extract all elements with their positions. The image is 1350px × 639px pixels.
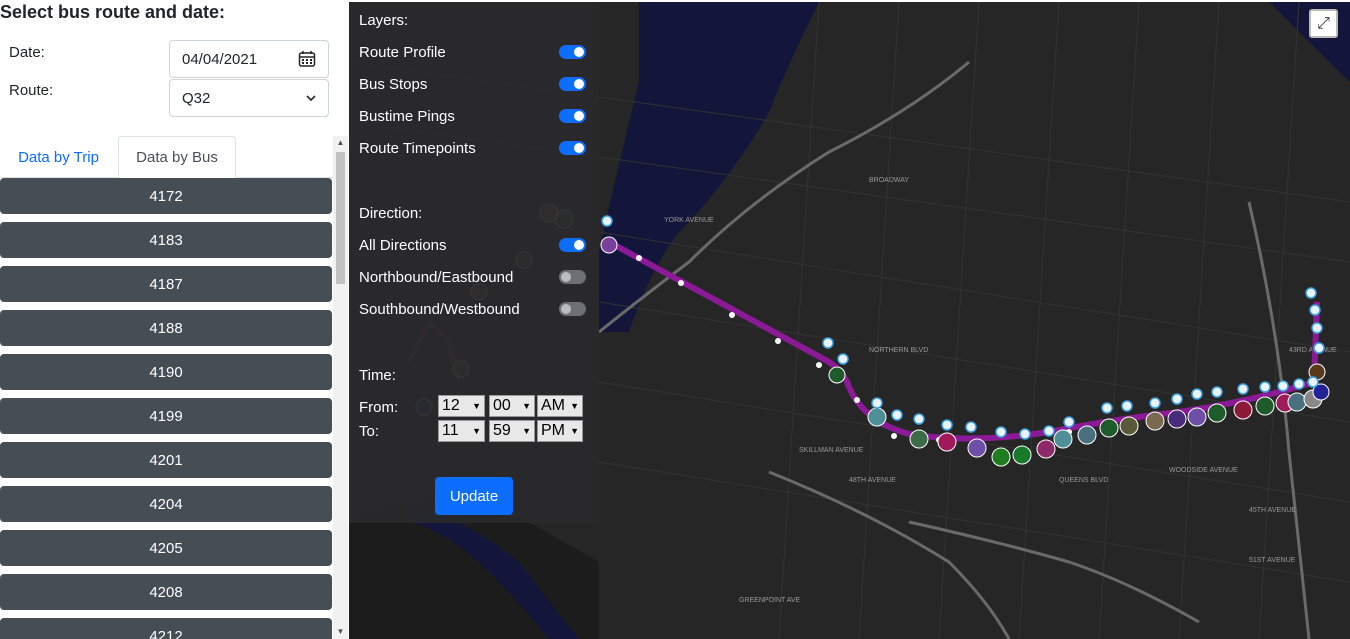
update-button[interactable]: Update bbox=[435, 477, 513, 515]
street-label: QUEENS BLVD bbox=[1059, 477, 1108, 484]
date-label: Date: bbox=[9, 44, 45, 61]
route-value: Q32 bbox=[182, 89, 211, 107]
street-label: GREENPOINT AVE bbox=[739, 597, 801, 604]
from-label: From: bbox=[359, 399, 399, 416]
east-river-water bbox=[599, 2, 819, 332]
bus-button[interactable]: 4212 bbox=[0, 618, 332, 639]
street-label: BROADWAY bbox=[869, 177, 909, 184]
street-label: WOODSIDE AVENUE bbox=[1169, 467, 1238, 474]
date-value: 04/04/2021 bbox=[182, 50, 258, 68]
direction-label-all: All Directions bbox=[359, 237, 447, 254]
chevron-down-icon: ▼ bbox=[570, 426, 579, 436]
chevron-down-icon: ▼ bbox=[522, 401, 531, 411]
to-label: To: bbox=[359, 423, 380, 440]
form-heading: Select bus route and date: bbox=[0, 2, 226, 22]
to-minute-value: 59 bbox=[493, 422, 511, 439]
direction-label-northbound: Northbound/Eastbound bbox=[359, 269, 514, 286]
from-ampm-value: AM bbox=[541, 397, 565, 414]
toggle-all-directions[interactable] bbox=[559, 238, 586, 252]
toggle-northbound[interactable] bbox=[559, 270, 586, 284]
from-minute-select[interactable]: 00 ▼ bbox=[489, 395, 535, 417]
bus-button[interactable]: 4172 bbox=[0, 178, 332, 214]
to-minute-select[interactable]: 59 ▼ bbox=[489, 420, 535, 442]
bus-button[interactable]: 4208 bbox=[0, 574, 332, 610]
direction-label-southbound: Southbound/Westbound bbox=[359, 301, 520, 318]
layer-control-panel: Layers: Route Profile Bus Stops Bustime … bbox=[349, 2, 599, 523]
direction-title: Direction: bbox=[359, 205, 423, 222]
tab-bar: Data by Trip Data by Bus bbox=[0, 136, 333, 179]
calendar-icon[interactable] bbox=[298, 50, 316, 68]
scroll-up-arrow-icon[interactable]: ▲ bbox=[333, 136, 348, 150]
bus-button[interactable]: 4205 bbox=[0, 530, 332, 566]
date-field[interactable]: 04/04/2021 bbox=[169, 40, 329, 78]
to-ampm-select[interactable]: PM ▼ bbox=[537, 420, 583, 442]
scroll-thumb[interactable] bbox=[336, 152, 345, 284]
layer-label-route-timepoints: Route Timepoints bbox=[359, 140, 476, 157]
to-hour-value: 11 bbox=[442, 422, 459, 439]
layer-label-bustime-pings: Bustime Pings bbox=[359, 108, 455, 125]
chevron-down-icon: ▼ bbox=[472, 426, 481, 436]
toggle-southbound[interactable] bbox=[559, 302, 586, 316]
street-label: 51ST AVENUE bbox=[1249, 557, 1296, 564]
street-label: SKILLMAN AVENUE bbox=[799, 447, 864, 454]
from-hour-value: 12 bbox=[442, 397, 460, 414]
toggle-bus-stops[interactable] bbox=[559, 77, 586, 91]
route-select[interactable]: Q32 bbox=[169, 79, 329, 117]
from-ampm-select[interactable]: AM ▼ bbox=[537, 395, 583, 417]
chevron-down-icon bbox=[306, 94, 316, 102]
bus-button[interactable]: 4183 bbox=[0, 222, 332, 258]
from-minute-value: 00 bbox=[493, 397, 511, 414]
toggle-bustime-pings[interactable] bbox=[559, 109, 586, 123]
chevron-down-icon: ▼ bbox=[570, 401, 579, 411]
street-label: NORTHERN BLVD bbox=[869, 347, 928, 354]
toggle-route-timepoints[interactable] bbox=[559, 141, 586, 155]
tab-data-by-trip[interactable]: Data by Trip bbox=[0, 136, 117, 178]
chevron-down-icon: ▼ bbox=[522, 426, 531, 436]
layers-title: Layers: bbox=[359, 12, 409, 29]
bus-button[interactable]: 4190 bbox=[0, 354, 332, 390]
bus-button[interactable]: 4187 bbox=[0, 266, 332, 302]
bus-button[interactable]: 4188 bbox=[0, 310, 332, 346]
to-hour-select[interactable]: 11 ▼ bbox=[438, 420, 485, 442]
layer-label-bus-stops: Bus Stops bbox=[359, 76, 428, 93]
bus-button[interactable]: 4204 bbox=[0, 486, 332, 522]
from-hour-select[interactable]: 12 ▼ bbox=[438, 395, 485, 417]
bus-list: 4172 4183 4187 4188 4190 4199 4201 4204 … bbox=[0, 178, 333, 639]
toggle-route-profile[interactable] bbox=[559, 45, 586, 59]
street-label: YORK AVENUE bbox=[664, 217, 714, 224]
layer-label-route-profile: Route Profile bbox=[359, 44, 446, 61]
street-label: 45TH AVENUE bbox=[1249, 507, 1296, 514]
route-label: Route: bbox=[9, 82, 54, 99]
bus-button[interactable]: 4199 bbox=[0, 398, 332, 434]
scroll-down-arrow-icon[interactable]: ▼ bbox=[333, 625, 348, 639]
street-label: 48TH AVENUE bbox=[849, 477, 896, 484]
bus-button[interactable]: 4201 bbox=[0, 442, 332, 478]
to-ampm-value: PM bbox=[541, 422, 565, 439]
bus-list-scrollbar[interactable]: ▲ ▼ bbox=[333, 136, 348, 639]
chevron-down-icon: ▼ bbox=[472, 401, 481, 411]
time-title: Time: bbox=[359, 367, 396, 384]
left-panel: Select bus route and date: Date: 04/04/2… bbox=[0, 0, 348, 639]
expand-icon[interactable]: ⤢ bbox=[1309, 9, 1338, 38]
tab-data-by-bus[interactable]: Data by Bus bbox=[118, 136, 236, 179]
